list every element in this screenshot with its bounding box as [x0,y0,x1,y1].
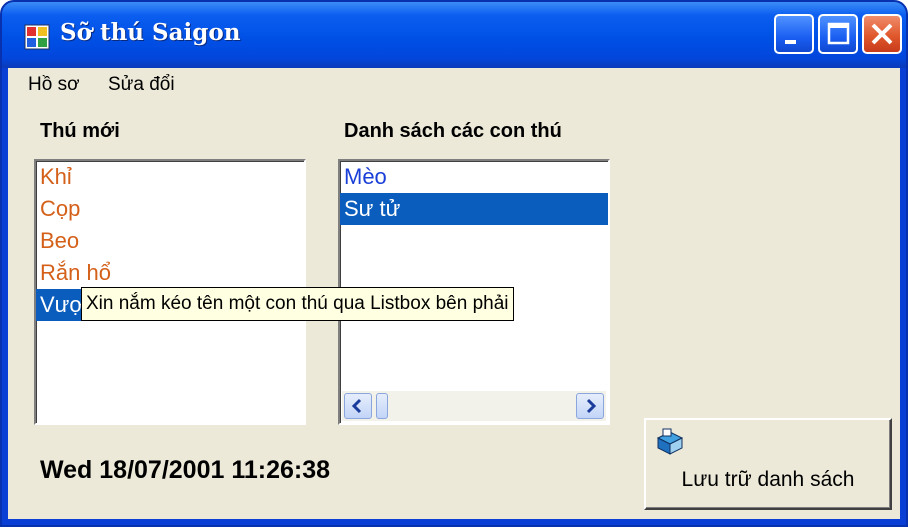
chevron-right-icon [586,398,597,414]
close-button[interactable] [862,14,902,54]
close-icon [871,23,893,45]
save-disk-icon [656,428,684,455]
scroll-thumb[interactable] [376,393,388,419]
save-list-button[interactable]: Lưu trữ danh sách [644,418,892,510]
minimize-button[interactable] [774,14,814,54]
new-animals-label: Thú mới [40,120,120,142]
minimize-icon [785,40,796,44]
list-item[interactable]: Cọp [36,193,304,225]
menu-ho-so[interactable]: Hồ sơ [28,74,80,96]
app-window-icon [24,24,50,50]
list-item[interactable]: Rắn hổ [36,257,304,289]
title-bar[interactable]: Sỡ thú Saigon [2,2,906,68]
main-window: Sỡ thú Saigon Hồ sơ Sửa đổi Thú mới Danh… [0,0,908,527]
maximize-button[interactable] [818,14,858,54]
client-area: Hồ sơ Sửa đổi Thú mới Danh sách các con … [8,68,900,519]
menu-sua-doi[interactable]: Sửa đổi [108,74,175,96]
drag-hint-tooltip: Xin nắm kéo tên một con thú qua Listbox … [81,287,514,321]
scroll-right-button[interactable] [576,393,604,419]
animal-list-label: Danh sách các con thú [344,120,562,142]
list-item[interactable]: Mèo [340,161,608,193]
window-title: Sỡ thú Saigon [60,19,241,46]
maximize-icon [827,22,850,45]
chevron-left-icon [351,398,362,414]
scroll-left-button[interactable] [344,393,372,419]
save-button-label: Lưu trữ danh sách [681,468,855,491]
list-item-selected[interactable]: Sư tử [340,193,608,225]
horizontal-scrollbar[interactable] [342,391,606,421]
list-item[interactable]: Beo [36,225,304,257]
menu-bar: Hồ sơ Sửa đổi [8,68,900,102]
datetime-label: Wed 18/07/2001 11:26:38 [40,456,331,484]
list-item[interactable]: Khỉ [36,161,304,193]
